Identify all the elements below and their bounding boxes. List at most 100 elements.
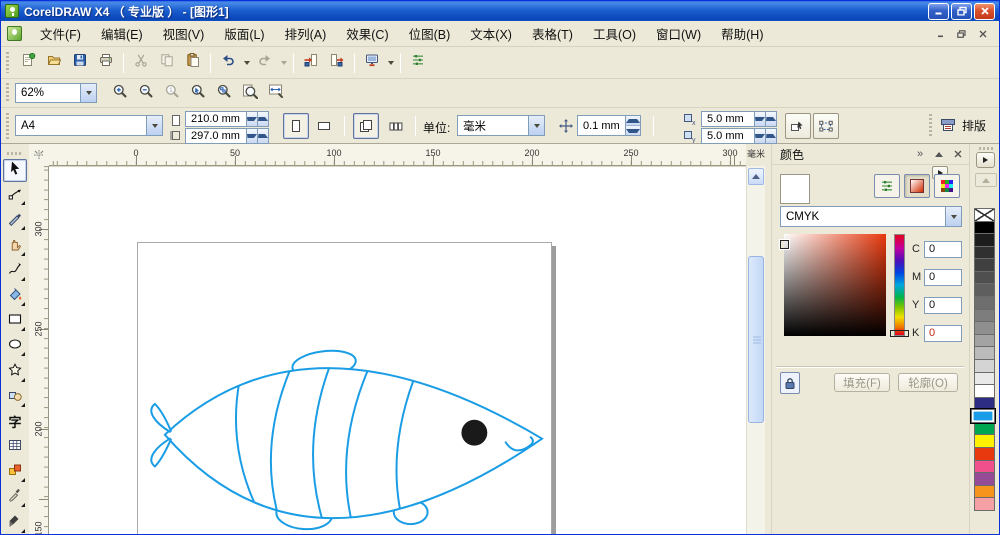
scroll-up-button[interactable] <box>748 168 764 185</box>
units-combo[interactable]: 毫米 <box>457 115 545 136</box>
palette-swatch[interactable] <box>974 270 995 285</box>
freehand-tool[interactable] <box>3 260 27 283</box>
zoom-width-button[interactable] <box>263 81 289 105</box>
palette-swatch[interactable] <box>974 258 995 272</box>
horizontal-ruler[interactable]: 0 50 100 150 200 250 300 <box>49 144 746 166</box>
menu-item-window[interactable]: 窗口(W) <box>646 20 711 47</box>
redo-dropdown-icon[interactable] <box>278 51 289 75</box>
layout-docker-tab[interactable]: 排版 <box>939 116 986 134</box>
shape-tool[interactable] <box>3 184 27 207</box>
palette-swatch[interactable] <box>974 497 995 511</box>
zoom-combo-arrow-icon[interactable] <box>80 84 96 102</box>
eyedropper-tool[interactable] <box>3 486 27 509</box>
blend-tool[interactable] <box>3 461 27 484</box>
palette-swatch[interactable] <box>974 283 995 298</box>
palette-swatch[interactable] <box>974 296 995 310</box>
paper-height-up-icon[interactable] <box>257 129 268 143</box>
paper-width-down-icon[interactable] <box>246 112 257 126</box>
paper-size-combo[interactable]: A4 <box>15 115 163 136</box>
menu-item-arrange[interactable]: 排列(A) <box>275 20 337 47</box>
paper-width-input[interactable]: 210.0 mm <box>185 111 269 127</box>
color-model-combo[interactable]: CMYK <box>780 206 962 227</box>
export-button[interactable] <box>324 51 350 75</box>
vertical-scrollbar[interactable] <box>746 166 765 534</box>
drawing-canvas[interactable] <box>49 166 746 534</box>
toolbox-grip[interactable] <box>6 152 24 155</box>
options-button[interactable] <box>405 51 431 75</box>
basic-shapes-tool[interactable] <box>3 386 27 409</box>
cut-button[interactable] <box>128 51 154 75</box>
paste-button[interactable] <box>180 51 206 75</box>
color-palettes-button[interactable] <box>934 174 960 198</box>
undo-dropdown-icon[interactable] <box>241 51 252 75</box>
zoom-actual-button[interactable]: 1 <box>159 81 185 105</box>
palette-swatch[interactable] <box>974 446 995 461</box>
open-button[interactable] <box>41 51 67 75</box>
paper-size-arrow-icon[interactable] <box>146 116 162 135</box>
snap-to-objects-button[interactable] <box>785 113 811 139</box>
palette-swatch[interactable] <box>974 321 995 335</box>
app-launcher-dropdown-icon[interactable] <box>385 51 396 75</box>
paper-width-up-icon[interactable] <box>257 112 268 126</box>
menu-item-table[interactable]: 表格(T) <box>522 20 583 47</box>
document-close-button[interactable] <box>974 27 991 41</box>
hand-tool[interactable] <box>3 235 27 258</box>
palette-swatch-no-color[interactable] <box>974 208 995 222</box>
save-button[interactable] <box>67 51 93 75</box>
new-button[interactable] <box>15 51 41 75</box>
dupy-down-icon[interactable] <box>754 129 765 143</box>
palette-swatch[interactable] <box>974 358 995 373</box>
copy-button[interactable] <box>154 51 180 75</box>
dupx-up-icon[interactable] <box>765 112 776 126</box>
text-tool[interactable]: 字 <box>3 411 27 434</box>
menu-item-effects[interactable]: 效果(C) <box>336 20 398 47</box>
channel-value-input[interactable]: 0 <box>924 268 962 286</box>
table-tool[interactable] <box>3 436 27 459</box>
docker-collapse-icon[interactable]: » <box>912 147 928 162</box>
close-button[interactable] <box>974 2 995 20</box>
menu-item-file[interactable]: 文件(F) <box>30 20 91 47</box>
palette-swatch[interactable] <box>974 233 995 247</box>
crop-tool[interactable] <box>3 209 27 232</box>
document-restore-button[interactable] <box>953 27 970 41</box>
docker-pin-icon[interactable] <box>931 147 947 162</box>
import-button[interactable] <box>298 51 324 75</box>
outline-button[interactable]: 轮廓(O) <box>898 373 958 392</box>
document-minimize-button[interactable] <box>932 27 949 41</box>
all-pages-button[interactable] <box>353 113 379 139</box>
palette-swatch[interactable] <box>974 371 995 386</box>
palette-swatch[interactable] <box>974 396 995 411</box>
palette-swatch[interactable] <box>974 434 995 448</box>
menu-item-help[interactable]: 帮助(H) <box>711 20 773 47</box>
menu-item-edit[interactable]: 编辑(E) <box>91 20 153 47</box>
palette-swatch[interactable] <box>974 421 995 436</box>
vertical-ruler[interactable]: 300 250 200 150 <box>29 166 49 534</box>
units-arrow-icon[interactable] <box>528 116 544 135</box>
palette-grip[interactable] <box>978 147 993 150</box>
duplicate-x-input[interactable]: 5.0 mm <box>701 111 777 127</box>
palette-swatch-selected[interactable] <box>970 408 996 424</box>
menu-item-bitmaps[interactable]: 位图(B) <box>399 20 461 47</box>
menu-item-view[interactable]: 视图(V) <box>153 20 215 47</box>
paper-height-input[interactable]: 297.0 mm <box>185 128 269 144</box>
channel-value-input[interactable]: 0 <box>924 324 962 342</box>
zoom-page-button[interactable] <box>237 81 263 105</box>
zoom-in-button[interactable] <box>107 81 133 105</box>
rectangle-tool[interactable] <box>3 310 27 333</box>
pick-tool[interactable] <box>3 159 27 182</box>
docker-close-icon[interactable] <box>950 147 966 162</box>
palette-swatch[interactable] <box>974 384 995 398</box>
minimize-button[interactable] <box>928 2 949 20</box>
color-lock-button[interactable] <box>780 372 800 394</box>
nudge-input[interactable]: 0.1 mm <box>577 115 641 136</box>
scrollbar-thumb[interactable] <box>748 256 764 423</box>
undo-button[interactable] <box>215 51 241 75</box>
landscape-button[interactable] <box>312 116 336 136</box>
palette-swatch[interactable] <box>974 484 995 499</box>
channel-value-input[interactable]: 0 <box>924 240 962 258</box>
redo-button[interactable] <box>252 51 278 75</box>
print-button[interactable] <box>93 51 119 75</box>
zoom-selected-button[interactable] <box>185 81 211 105</box>
app-launcher-button[interactable] <box>359 51 385 75</box>
hue-slider[interactable] <box>894 234 905 336</box>
